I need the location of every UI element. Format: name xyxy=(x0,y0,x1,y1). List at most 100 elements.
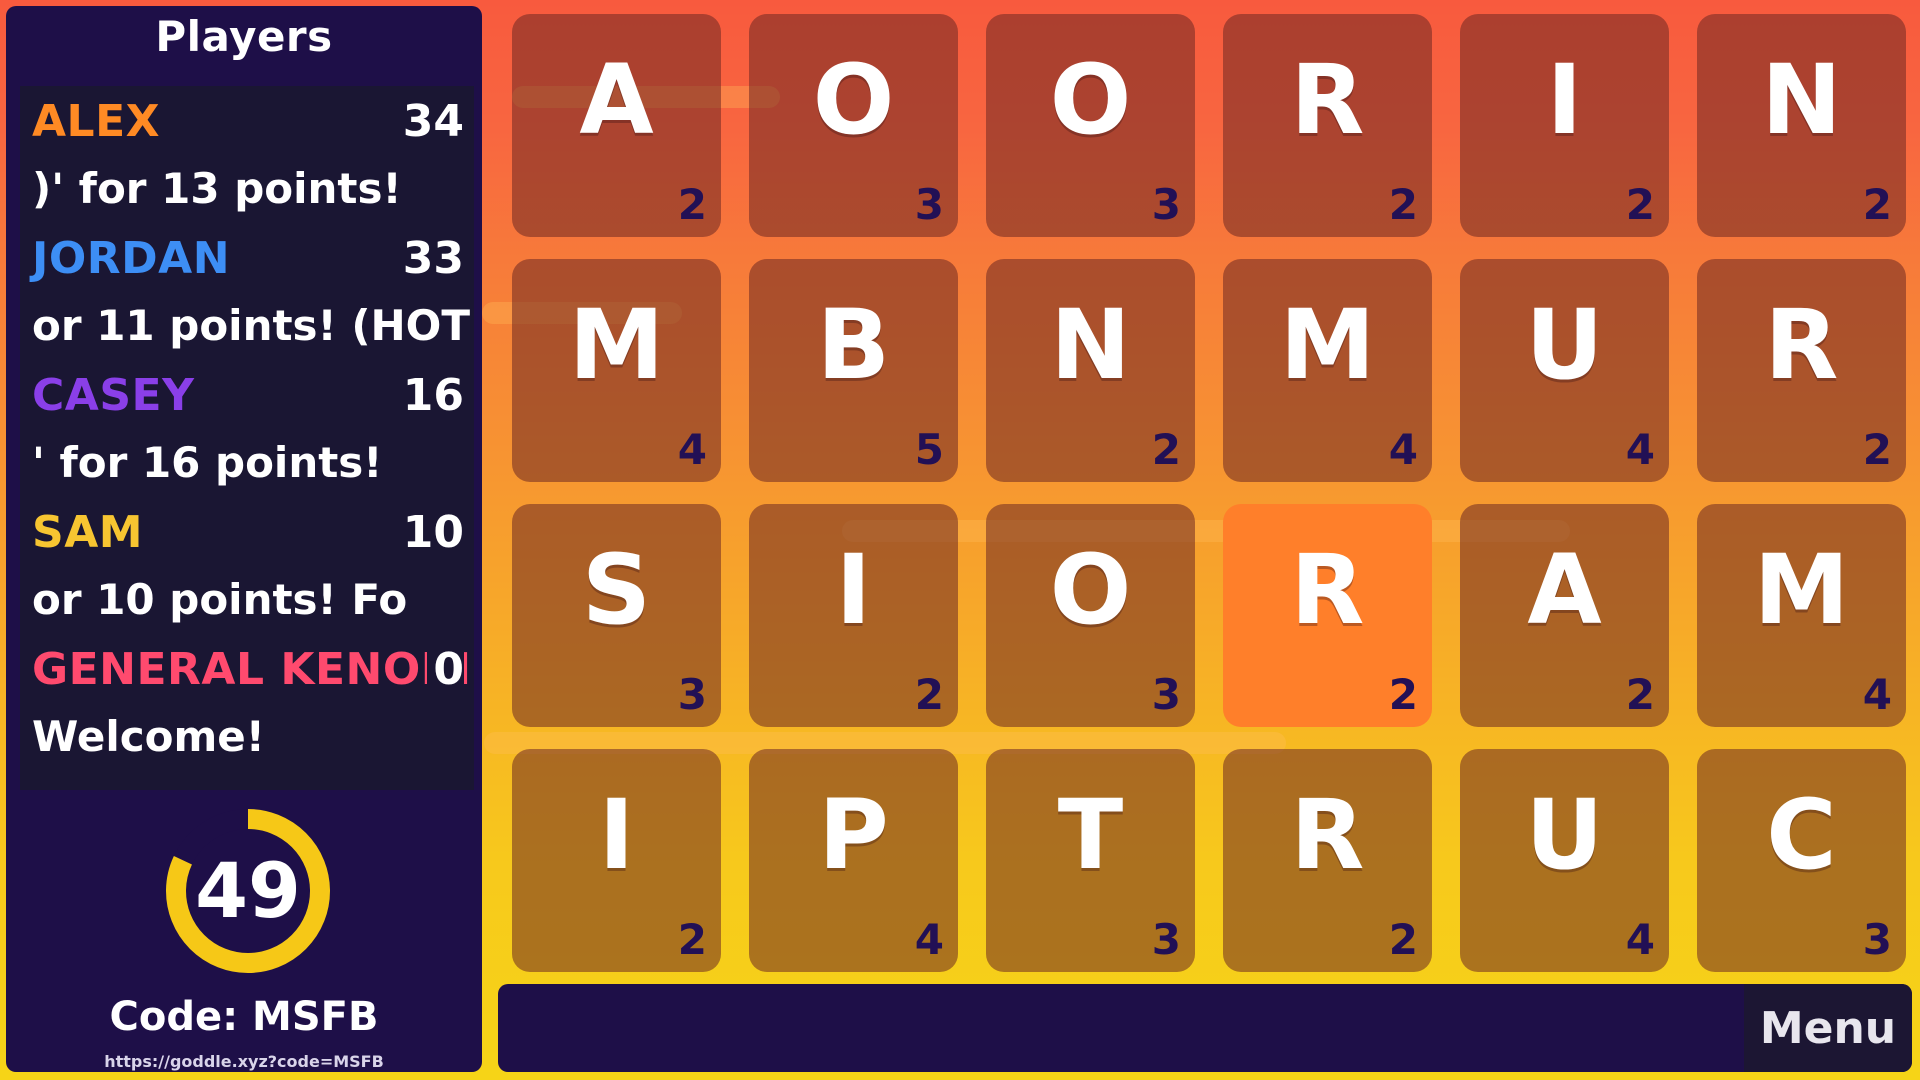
player-message: or 11 points! (HOT x xyxy=(32,301,472,350)
letter-board: A2O3O3R2I2N2M4B5N2M4U4R2S3I2O3R2A2M4I2P4… xyxy=(512,14,1908,974)
letter-tile[interactable]: S3 xyxy=(512,504,721,727)
letter-tile[interactable]: O3 xyxy=(986,504,1195,727)
tile-letter: P xyxy=(818,779,889,891)
tile-letter: A xyxy=(579,44,654,156)
letter-tile[interactable]: M4 xyxy=(512,259,721,482)
tile-points: 2 xyxy=(1151,425,1181,474)
players-title: Players xyxy=(155,12,333,61)
player-name: GENERAL KENOBI xyxy=(32,644,472,695)
tile-points: 4 xyxy=(1388,425,1418,474)
letter-tile[interactable]: A2 xyxy=(512,14,721,237)
tile-points: 3 xyxy=(1862,915,1892,964)
tile-points: 2 xyxy=(1388,670,1418,719)
letter-tile[interactable]: U4 xyxy=(1460,259,1669,482)
tile-points: 4 xyxy=(914,915,944,964)
player-score: 0 xyxy=(427,644,464,695)
letter-tile[interactable]: O3 xyxy=(749,14,958,237)
tile-points: 4 xyxy=(1625,425,1655,474)
letter-tile[interactable]: R2 xyxy=(1697,259,1906,482)
player-entry-sam: SAM or 10 points! Fo 10 xyxy=(20,497,474,634)
letter-tile[interactable]: B5 xyxy=(749,259,958,482)
tile-letter: R xyxy=(1290,534,1365,646)
player-name: SAM xyxy=(32,507,144,558)
tile-points: 2 xyxy=(1862,180,1892,229)
letter-tile[interactable]: A2 xyxy=(1460,504,1669,727)
tile-points: 3 xyxy=(677,670,707,719)
word-input-bar[interactable]: Menu xyxy=(498,984,1912,1072)
letter-tile[interactable]: C3 xyxy=(1697,749,1906,972)
tile-points: 2 xyxy=(914,670,944,719)
tile-points: 3 xyxy=(1151,915,1181,964)
letter-tile[interactable]: U4 xyxy=(1460,749,1669,972)
tile-letter: R xyxy=(1764,289,1839,401)
letter-tile[interactable]: I2 xyxy=(749,504,958,727)
tile-letter: I xyxy=(835,534,872,646)
player-entry-casey: CASEY ' for 16 points! 16 xyxy=(20,360,474,497)
tile-letter: N xyxy=(1050,289,1131,401)
room-url[interactable]: https://goddle.xyz?code=MSFB xyxy=(6,1052,482,1071)
tile-points: 4 xyxy=(677,425,707,474)
player-message: or 10 points! Fo xyxy=(32,575,408,624)
tile-points: 2 xyxy=(677,915,707,964)
player-entry-alex: ALEX )' for 13 points! 34 xyxy=(20,86,474,223)
player-entry-general-kenobi: GENERAL KENOBI Welcome! 0 xyxy=(20,634,474,771)
letter-tile[interactable]: N2 xyxy=(1697,14,1906,237)
tile-letter: U xyxy=(1525,289,1604,401)
player-name: CASEY xyxy=(32,370,195,421)
tile-points: 2 xyxy=(677,180,707,229)
tile-points: 2 xyxy=(1388,915,1418,964)
tile-letter: B xyxy=(816,289,891,401)
tile-letter: R xyxy=(1290,44,1365,156)
player-score: 10 xyxy=(396,507,464,558)
player-message: ' for 16 points! xyxy=(32,438,383,487)
menu-button[interactable]: Menu xyxy=(1744,984,1912,1072)
letter-tile[interactable]: R2 xyxy=(1223,749,1432,972)
tile-letter: I xyxy=(598,779,635,891)
tile-letter: S xyxy=(581,534,652,646)
tile-points: 2 xyxy=(1625,180,1655,229)
player-score: 16 xyxy=(396,370,464,421)
tile-letter: T xyxy=(1057,779,1124,891)
letter-tile[interactable]: M4 xyxy=(1697,504,1906,727)
player-name: ALEX xyxy=(32,96,161,147)
tile-points: 2 xyxy=(1862,425,1892,474)
tile-points: 4 xyxy=(1862,670,1892,719)
player-message: )' for 13 points! xyxy=(32,164,402,213)
room-code: Code: MSFB xyxy=(109,994,379,1040)
letter-tile[interactable]: N2 xyxy=(986,259,1195,482)
tile-letter: M xyxy=(568,289,665,401)
letter-tile[interactable]: P4 xyxy=(749,749,958,972)
letter-tile[interactable]: R2 xyxy=(1223,14,1432,237)
tile-letter: A xyxy=(1527,534,1602,646)
timer-value: 49 xyxy=(195,846,301,935)
tile-letter: U xyxy=(1525,779,1604,891)
tile-letter: N xyxy=(1761,44,1842,156)
tile-points: 2 xyxy=(1625,670,1655,719)
tile-letter: R xyxy=(1290,779,1365,891)
tile-letter: M xyxy=(1279,289,1376,401)
tile-points: 3 xyxy=(1151,180,1181,229)
player-name: JORDAN xyxy=(32,233,231,284)
letter-tile[interactable]: I2 xyxy=(1460,14,1669,237)
players-sidebar: Players ALEX )' for 13 points! 34 JORDAN… xyxy=(6,6,482,1072)
tile-points: 3 xyxy=(1151,670,1181,719)
tile-points: 3 xyxy=(914,180,944,229)
letter-tile[interactable]: I2 xyxy=(512,749,721,972)
letter-tile[interactable]: T3 xyxy=(986,749,1195,972)
tile-letter: O xyxy=(1049,534,1132,646)
tile-letter: M xyxy=(1753,534,1850,646)
tile-points: 2 xyxy=(1388,180,1418,229)
player-entry-jordan: JORDAN or 11 points! (HOT x 33 xyxy=(20,223,474,360)
tile-points: 4 xyxy=(1625,915,1655,964)
tile-letter: O xyxy=(812,44,895,156)
letter-tile[interactable]: O3 xyxy=(986,14,1195,237)
tile-letter: I xyxy=(1546,44,1583,156)
tile-letter: C xyxy=(1766,779,1837,891)
letter-tile[interactable]: R2 xyxy=(1223,504,1432,727)
player-message: Welcome! xyxy=(32,712,265,761)
players-list[interactable]: ALEX )' for 13 points! 34 JORDAN or 11 p… xyxy=(20,86,474,790)
player-score: 33 xyxy=(396,233,464,284)
tile-letter: O xyxy=(1049,44,1132,156)
letter-tile[interactable]: M4 xyxy=(1223,259,1432,482)
player-score: 34 xyxy=(396,96,464,147)
